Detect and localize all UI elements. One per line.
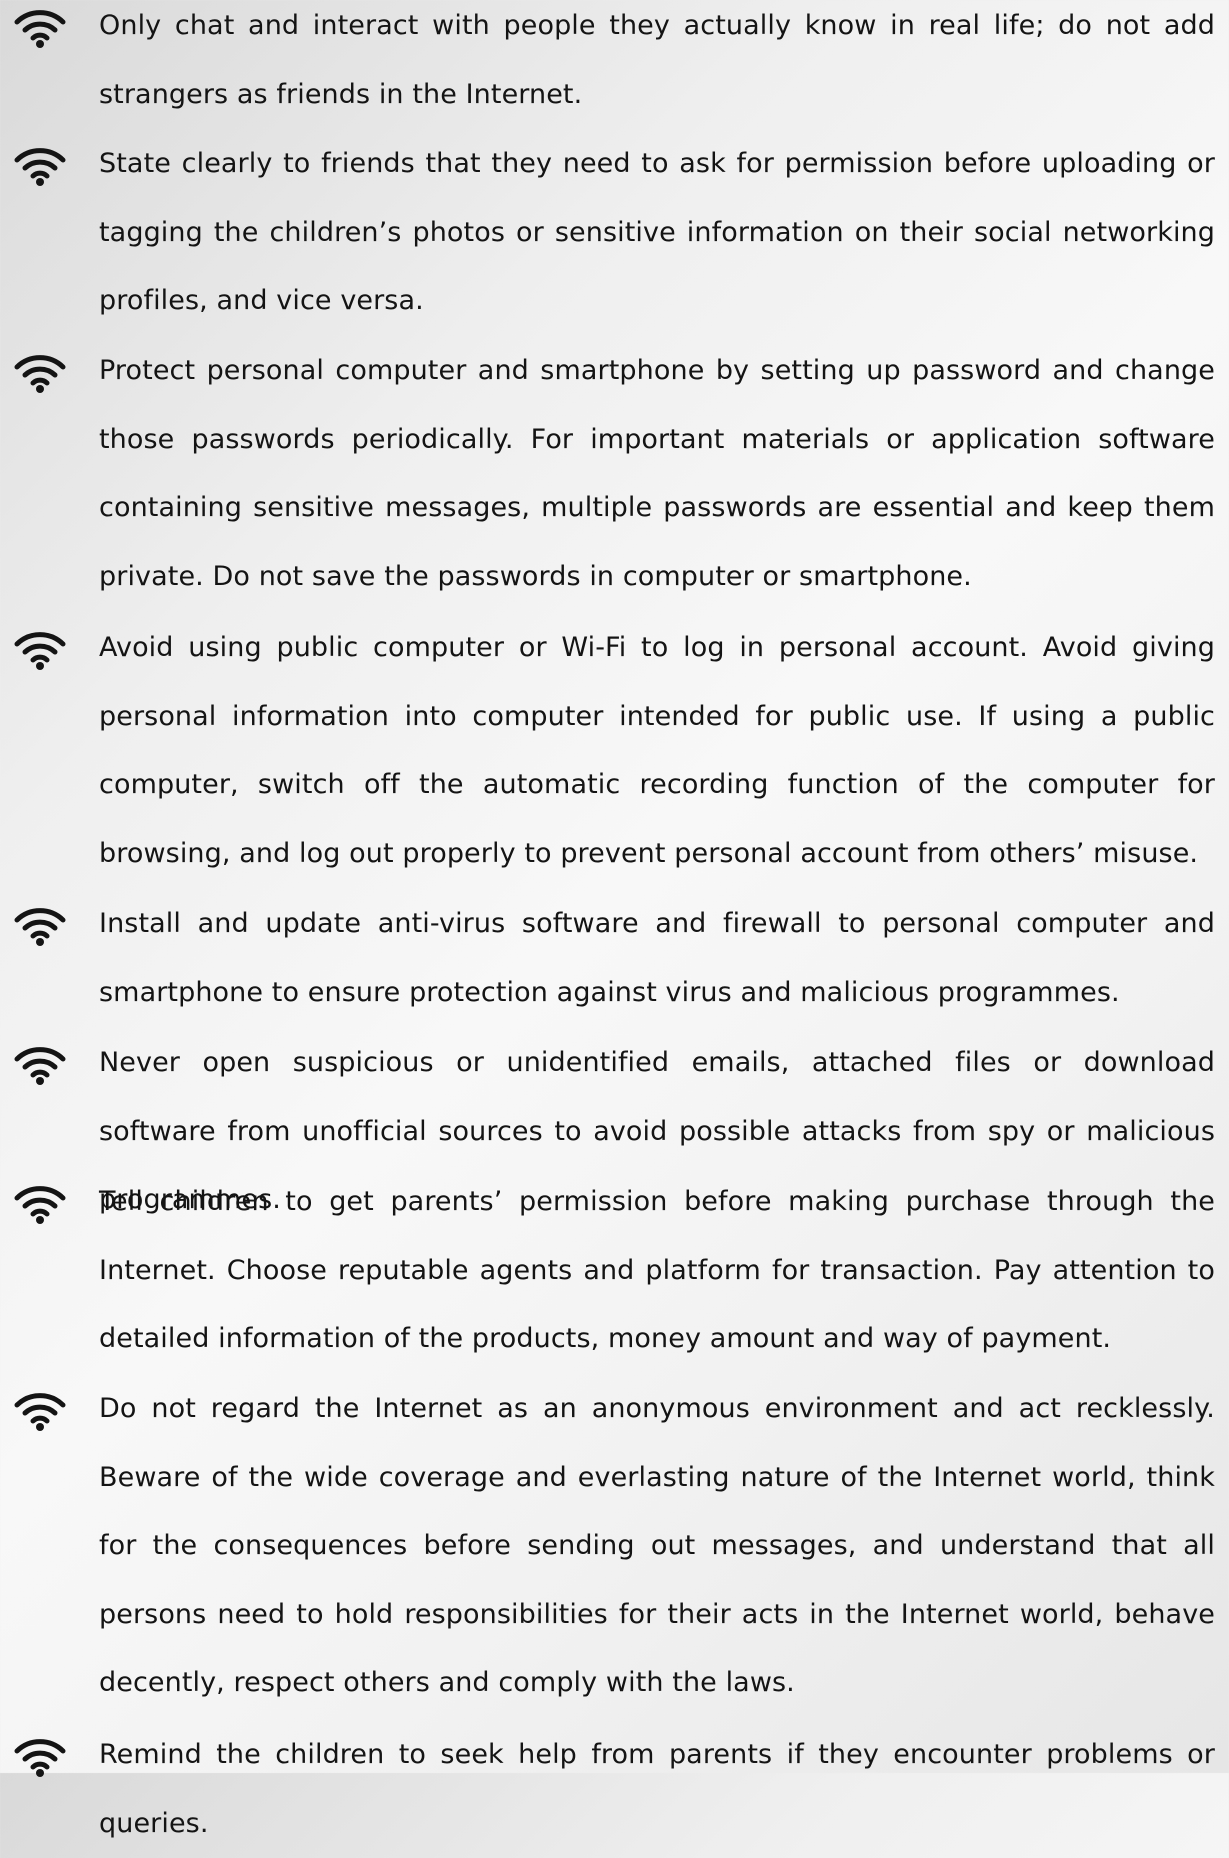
wifi-icon — [14, 1045, 66, 1085]
tip-text: Avoid using public computer or Wi-Fi to … — [99, 632, 1215, 869]
tip-text: Install and update anti-virus software a… — [99, 908, 1215, 1008]
tip-text: Tell children to get parents’ permission… — [99, 1186, 1215, 1354]
wifi-icon — [14, 1391, 66, 1431]
tip-text: Protect personal computer and smartphone… — [99, 355, 1215, 592]
wifi-icon — [14, 146, 66, 186]
tips-list: Only chat and interact with people they … — [0, 0, 1229, 1839]
wifi-icon — [14, 8, 66, 48]
wifi-icon — [14, 1737, 66, 1777]
wifi-icon — [14, 353, 66, 393]
wifi-icon — [14, 1184, 66, 1224]
tip-text: State clearly to friends that they need … — [99, 148, 1215, 316]
tip-text: Remind the children to seek help from pa… — [99, 1739, 1215, 1839]
tip-text: Do not regard the Internet as an anonymo… — [99, 1393, 1215, 1698]
wifi-icon — [14, 906, 66, 946]
wifi-icon — [14, 630, 66, 670]
tip-text: Only chat and interact with people they … — [99, 10, 1215, 110]
